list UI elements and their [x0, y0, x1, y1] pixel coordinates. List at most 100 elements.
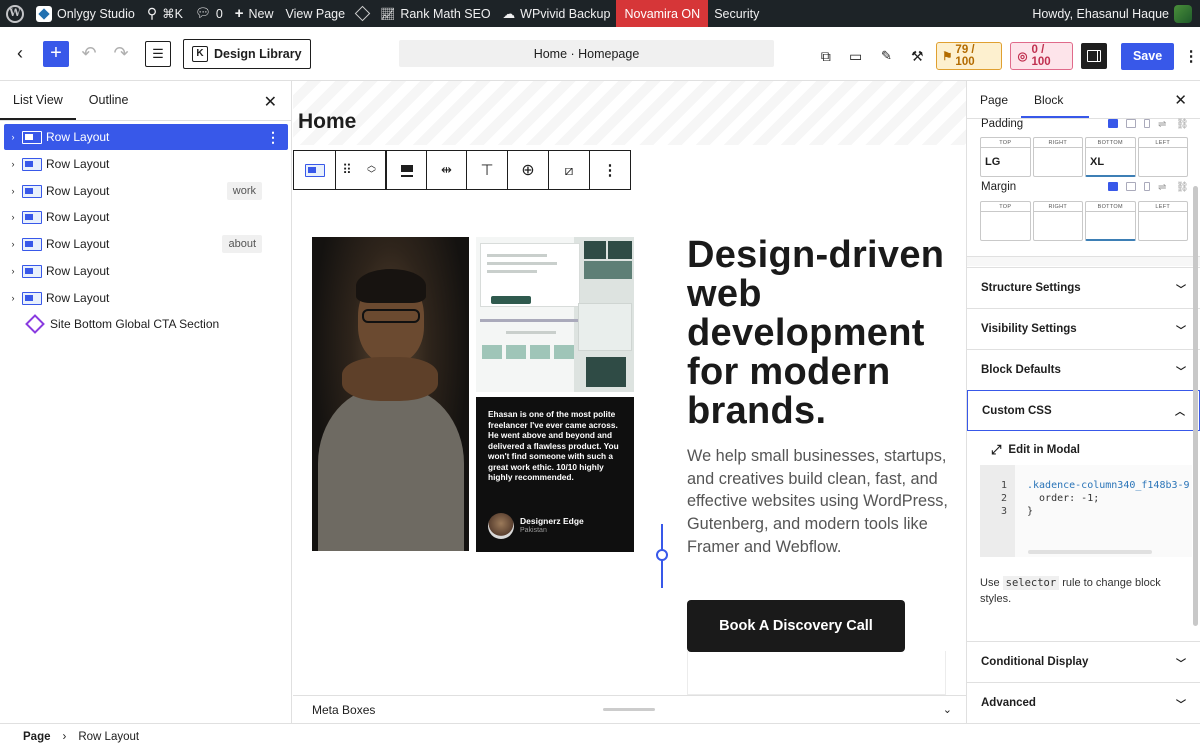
margin-left-field[interactable]: LEFT	[1137, 201, 1188, 241]
tab-list-view[interactable]: List View	[0, 80, 76, 120]
conditional-display-panel[interactable]: Conditional Display ﹀	[967, 641, 1200, 682]
preview-button[interactable]: ▭	[845, 40, 867, 72]
padding-right-field[interactable]: RIGHT	[1032, 137, 1083, 177]
padding-top-field[interactable]: TOP LG	[980, 137, 1031, 177]
margin-right-field[interactable]: RIGHT	[1032, 201, 1083, 241]
chevron-right-icon[interactable]: ›	[4, 266, 22, 276]
block-inserter-button[interactable]: +	[43, 40, 69, 67]
command-palette-button[interactable]: ⚲ ⌘K	[141, 0, 189, 27]
width-button[interactable]: ⇹	[427, 151, 467, 189]
settings-sliders-icon[interactable]: ⇌	[1158, 119, 1168, 130]
redo-button[interactable]: ↷	[105, 38, 137, 70]
security-menu[interactable]: Security	[708, 0, 765, 27]
editor-canvas[interactable]: Home ⠿ ︿ ﹀ ⇹ ⊤ ⊕ ⧄ ⋮ Ehasan is one of th…	[293, 81, 966, 695]
save-button[interactable]: Save	[1120, 42, 1175, 70]
padding-left-field[interactable]: LEFT	[1137, 137, 1188, 177]
wpvivid-menu[interactable]: ☁ WPvivid Backup	[497, 0, 617, 27]
tab-block[interactable]: Block	[1021, 81, 1089, 118]
book-discovery-call-button[interactable]: Book A Discovery Call	[687, 600, 905, 652]
link-icon[interactable]: ⛓	[1176, 119, 1189, 130]
editor-notes-button[interactable]: ✎	[875, 40, 899, 72]
list-item[interactable]: › Row Layout ⋮	[4, 124, 288, 150]
wordpress-menu[interactable]: W	[0, 0, 30, 27]
comments-menu[interactable]: 💬︎ 0	[189, 0, 229, 27]
chevron-down-icon[interactable]: ﹀	[367, 170, 376, 179]
drag-handle[interactable]: ⠿	[336, 151, 358, 189]
diamond-menu[interactable]	[351, 0, 374, 27]
chevron-right-icon[interactable]: ›	[4, 293, 22, 303]
document-bar[interactable]: Home · Homepage	[399, 40, 774, 67]
mobile-icon[interactable]	[1144, 182, 1150, 191]
vertical-align-button[interactable]: ⊤	[467, 151, 508, 189]
edit-in-modal-button[interactable]: ⤢ Edit in Modal	[991, 442, 1080, 458]
meta-boxes-bar[interactable]: Meta Boxes ⌄	[293, 695, 966, 723]
structure-settings-panel[interactable]: Structure Settings ﹀	[967, 267, 1200, 308]
novamira-status[interactable]: Novamira ON	[616, 0, 709, 27]
hero-paragraph[interactable]: We help small businesses, startups, and …	[687, 445, 955, 559]
page-title[interactable]: Home	[298, 110, 356, 134]
document-overview-button[interactable]: ☰	[145, 40, 171, 67]
column-resize-handle[interactable]	[656, 549, 668, 561]
view-page-link[interactable]: View Page	[280, 0, 352, 27]
list-item[interactable]: Site Bottom Global CTA Section	[4, 311, 288, 337]
breadcrumb-row-layout[interactable]: Row Layout	[78, 731, 139, 743]
seo-score[interactable]: ◎ 0 / 100	[1010, 42, 1074, 70]
block-options-button[interactable]: ⋮	[590, 151, 630, 189]
design-library-button[interactable]: K Design Library	[183, 38, 311, 69]
close-inspector-button[interactable]: ✕	[1174, 91, 1187, 109]
chevron-right-icon[interactable]: ›	[4, 239, 22, 249]
settings-sliders-icon[interactable]: ⇌	[1158, 182, 1168, 193]
breadcrumb-page[interactable]: Page	[23, 731, 51, 743]
tablet-icon[interactable]	[1126, 119, 1136, 128]
style-tool-button[interactable]: ⚒	[906, 40, 928, 72]
close-list-view-button[interactable]: ✕	[264, 92, 277, 112]
tab-page[interactable]: Page	[967, 81, 1021, 118]
view-page-button[interactable]: ⧉	[815, 40, 837, 72]
chevron-right-icon[interactable]: ›	[4, 212, 22, 222]
margin-bottom-field[interactable]: BOTTOM	[1085, 201, 1136, 241]
add-column-button[interactable]: ⊕	[508, 151, 549, 189]
hero-heading[interactable]: Design-driven web development for modern…	[687, 236, 957, 431]
tab-outline[interactable]: Outline	[76, 80, 142, 120]
rank-math-menu[interactable]: 📈︎ Rank Math SEO	[374, 0, 497, 27]
padding-bottom-field[interactable]: BOTTOM XL	[1085, 137, 1136, 177]
link-icon[interactable]: ⛓	[1176, 182, 1189, 193]
list-item[interactable]: › Row Layout	[4, 151, 288, 177]
inspector-scrollbar[interactable]	[1193, 186, 1198, 626]
block-type-button[interactable]	[294, 151, 336, 189]
list-item[interactable]: › Row Layout work	[4, 178, 288, 204]
chevron-right-icon[interactable]: ›	[4, 159, 22, 169]
margin-top-field[interactable]: TOP	[980, 201, 1031, 241]
readability-score[interactable]: ⚑ 79 / 100	[936, 42, 1003, 70]
list-item[interactable]: › Row Layout	[4, 204, 288, 230]
user-account-menu[interactable]: Howdy, Ehasanul Haque	[1026, 0, 1200, 27]
move-buttons[interactable]: ︿ ﹀	[358, 151, 386, 189]
more-vertical-icon[interactable]: ⋮	[266, 129, 280, 146]
options-menu-button[interactable]: ⋮	[1182, 40, 1200, 72]
chevron-down-icon[interactable]: ⌄	[943, 703, 952, 716]
desktop-icon[interactable]	[1108, 119, 1118, 128]
settings-sidebar-toggle[interactable]	[1081, 43, 1107, 69]
visibility-settings-panel[interactable]: Visibility Settings ﹀	[967, 308, 1200, 349]
undo-button[interactable]: ↶	[73, 38, 105, 70]
tablet-icon[interactable]	[1126, 182, 1136, 191]
copy-styles-button[interactable]: ⧄	[549, 151, 590, 189]
list-item[interactable]: › Row Layout about	[4, 231, 288, 257]
advanced-panel[interactable]: Advanced ﹀	[967, 682, 1200, 723]
list-item[interactable]: › Row Layout	[4, 285, 288, 311]
resize-handle[interactable]	[603, 708, 655, 711]
align-button[interactable]	[386, 151, 427, 189]
chevron-right-icon[interactable]: ›	[4, 186, 22, 196]
custom-css-panel[interactable]: Custom CSS ︿	[967, 390, 1200, 431]
site-name-menu[interactable]: Onlygy Studio	[30, 0, 141, 27]
block-defaults-panel[interactable]: Block Defaults ﹀	[967, 349, 1200, 390]
back-button[interactable]: ‹	[4, 38, 36, 70]
new-content-menu[interactable]: + New	[229, 0, 280, 27]
horizontal-scrollbar[interactable]	[1028, 550, 1152, 554]
code-content[interactable]: .kadence-column340_f148b3-9 order: -1;}	[1015, 465, 1192, 557]
css-code-editor[interactable]: 123 .kadence-column340_f148b3-9 order: -…	[980, 465, 1192, 557]
chevron-right-icon[interactable]: ›	[4, 132, 22, 142]
desktop-icon[interactable]	[1108, 182, 1118, 191]
list-item[interactable]: › Row Layout	[4, 258, 288, 284]
mobile-icon[interactable]	[1144, 119, 1150, 128]
